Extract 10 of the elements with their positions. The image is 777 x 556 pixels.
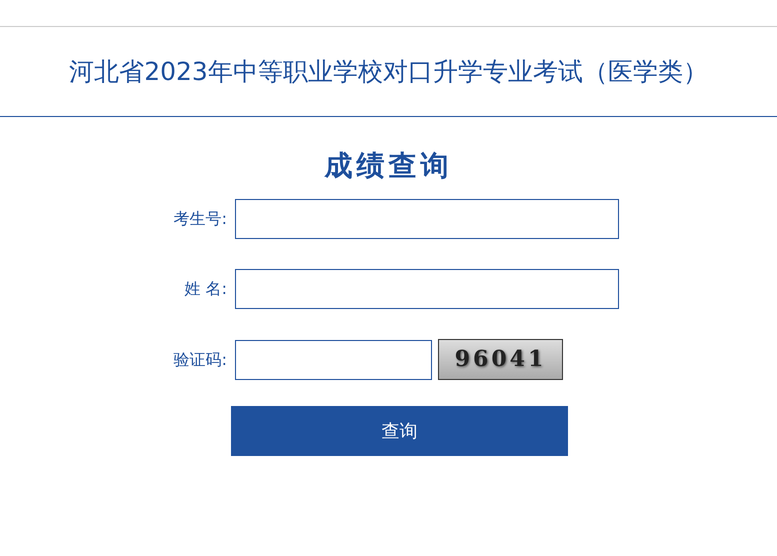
form-heading: 成绩查询 bbox=[323, 148, 454, 184]
captcha-image[interactable]: 96041 bbox=[438, 339, 563, 380]
input-field[interactable] bbox=[235, 199, 619, 239]
field-label: 考生号: bbox=[172, 208, 228, 230]
input-field[interactable] bbox=[235, 269, 619, 309]
input-field[interactable] bbox=[235, 340, 432, 380]
page-title: 河北省2023年中等职业学校对口升学专业考试（医学类） bbox=[69, 56, 708, 86]
field-label: 验证码: bbox=[172, 348, 228, 370]
query-button[interactable]: 查询 bbox=[231, 406, 568, 456]
field-label: 姓 名: bbox=[184, 278, 228, 300]
